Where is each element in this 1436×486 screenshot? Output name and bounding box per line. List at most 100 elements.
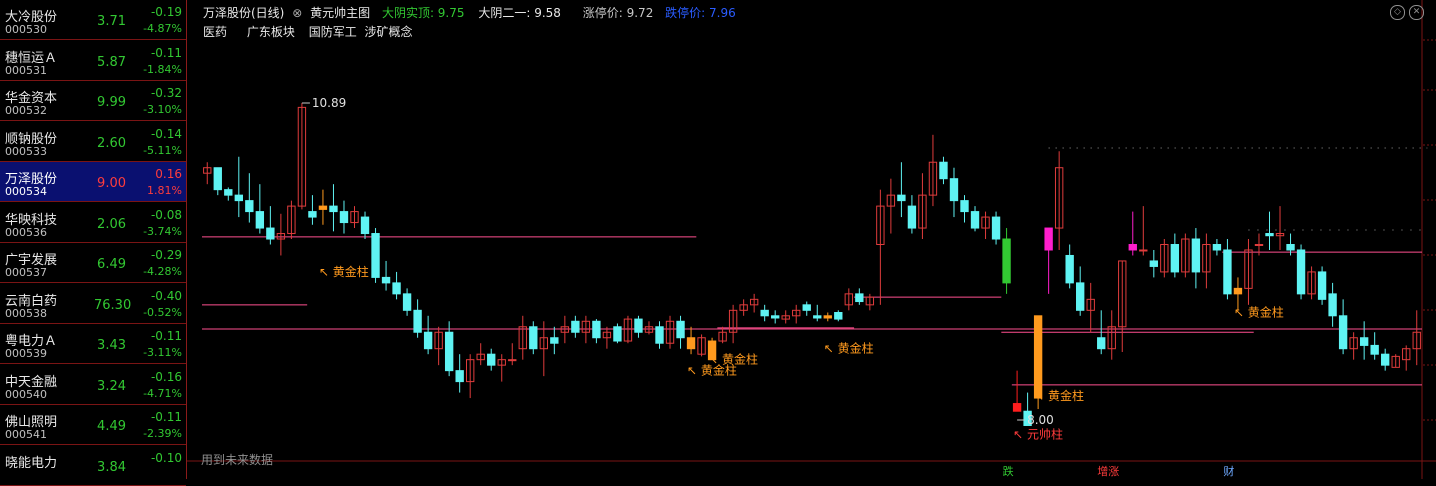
- candle-body: [571, 320, 580, 333]
- stock-row[interactable]: 粤电力Ａ 000539 3.43 -0.11 -3.11%: [0, 324, 186, 364]
- candle-body: [1212, 243, 1222, 251]
- candle-body: [1359, 337, 1369, 346]
- kline-chart-area[interactable]: 10.89 8.00 ↖ 黄金柱 ↖ 黄金柱 ↖ 黄金柱 ↖ 黄金柱 ↖ 黄金柱 ↖ 元帅柱 ↖…: [187, 0, 1436, 479]
- stock-row[interactable]: 华映科技 000536 2.06 -0.08 -3.74%: [0, 203, 186, 243]
- stock-code: 000532: [5, 104, 47, 117]
- stock-change: -0.19: [150, 5, 182, 19]
- candle-body: [1381, 353, 1390, 366]
- stock-price: 5.87: [97, 54, 126, 70]
- candle-body: [991, 216, 1001, 240]
- stock-row[interactable]: 中天金融 000540 3.24 -0.16 -4.71%: [0, 365, 186, 405]
- chart-header: 万泽股份(日线) ⊗ 黄元帅主图 大阴实顶: 9.75 大阴二一: 9.58 涨…: [203, 4, 740, 21]
- candle-body: [329, 205, 338, 213]
- indicator-value-1: 大阴实顶: 9.75: [381, 6, 465, 20]
- stock-change-pct: -4.87%: [143, 22, 182, 35]
- stock-price: 3.43: [97, 338, 126, 353]
- stock-price: 4.49: [97, 419, 126, 434]
- stock-change-pct: -0.52%: [143, 305, 182, 319]
- stock-row[interactable]: 佛山照明 000541 4.49 -0.11 -2.39%: [0, 405, 186, 445]
- candle-body: [1002, 238, 1011, 284]
- candle-body: [1191, 238, 1201, 273]
- stock-code: 000531: [5, 63, 47, 77]
- chart-annotation: ↖ 黄金柱: [1034, 388, 1084, 403]
- event-marker: 跌: [1003, 464, 1014, 478]
- candle-body: [676, 320, 685, 339]
- tag-item[interactable]: 医药: [203, 25, 227, 39]
- stock-change-pct: -1.84%: [143, 62, 182, 76]
- candle-body: [255, 211, 265, 229]
- candle-body: [970, 211, 980, 229]
- candle-body: [802, 304, 811, 311]
- candle-body: [487, 353, 496, 366]
- candle-body: [686, 337, 696, 350]
- tag-item[interactable]: 涉矿概念: [365, 25, 413, 39]
- candle-body: [1149, 260, 1158, 267]
- stock-row[interactable]: 广宇发展 000537 6.49 -0.29 -4.28%: [0, 243, 186, 283]
- stock-row[interactable]: 晓能电力 3.84 -0.10: [0, 446, 186, 486]
- candle-body: [1296, 249, 1306, 295]
- chart-annotation: ↖ 黄金柱: [1234, 305, 1284, 320]
- chart-annotation: ↖ 黄金柱: [319, 264, 369, 279]
- candle-body: [371, 233, 380, 278]
- indicator-selector[interactable]: ⊗ 黄元帅主图: [292, 6, 374, 20]
- candle-body: [339, 211, 349, 224]
- candle-body: [1338, 315, 1348, 350]
- candle-body: [907, 205, 917, 229]
- stock-change-pct: -3.10%: [143, 103, 182, 116]
- tag-item[interactable]: 国防军工: [309, 25, 357, 39]
- candle-body: [855, 293, 864, 303]
- candle-body: [1328, 293, 1337, 317]
- candle-body: [939, 161, 948, 180]
- candle-body: [1265, 233, 1274, 237]
- candle-body: [224, 189, 233, 196]
- stock-price: 6.49: [97, 257, 126, 272]
- close-icon[interactable]: ✕: [1409, 5, 1424, 20]
- candle-body: [949, 178, 959, 202]
- candle-body: [1223, 249, 1232, 295]
- stock-change: -0.08: [150, 207, 182, 222]
- stock-row[interactable]: 云南白药 000538 76.30 -0.40 -0.52%: [0, 284, 186, 324]
- candle-body: [760, 309, 769, 317]
- chart-annotation: ↖ 元帅柱: [1013, 426, 1063, 441]
- stock-row[interactable]: 顺钠股份 000533 2.60 -0.14 -5.11%: [0, 122, 186, 162]
- event-marker: 增涨: [1097, 464, 1119, 478]
- candle-body: [897, 194, 906, 202]
- stock-change-pct: 1.81%: [147, 184, 182, 197]
- stock-change: -0.29: [150, 248, 182, 262]
- candle-body: [834, 312, 843, 320]
- stock-row[interactable]: 穗恒运Ａ 000531 5.87 -0.11 -1.84%: [0, 41, 186, 81]
- limit-down-price: 跌停价: 7.96: [665, 6, 736, 20]
- candlestick-chart[interactable]: 10.898.00↖ 黄金柱↖ 黄金柱↖ 黄金柱↖ 黄金柱↖ 黄金柱↖ 元帅柱↖…: [187, 0, 1436, 479]
- stock-change: -0.32: [150, 86, 182, 100]
- candle-body: [1044, 227, 1053, 251]
- candle-body: [823, 315, 832, 319]
- stock-row[interactable]: 大冷股份 000530 3.71 -0.19 -4.87%: [0, 0, 186, 40]
- settings-icon[interactable]: ⊗: [292, 6, 302, 20]
- stock-row[interactable]: 华金资本 000532 9.99 -0.32 -3.10%: [0, 81, 186, 121]
- event-marker: 财: [1223, 464, 1234, 478]
- candle-body: [613, 326, 622, 342]
- collapse-icon[interactable]: ◇: [1390, 5, 1405, 20]
- candle-body: [413, 309, 422, 333]
- stock-name: 晓能电力: [5, 455, 58, 471]
- stock-change-pct: -4.71%: [143, 386, 182, 400]
- limit-up-price: 涨停价: 9.72: [582, 6, 654, 20]
- stock-list-panel: 大冷股份 000530 3.71 -0.19 -4.87% 穗恒运Ａ 000531 5.87-…: [0, 0, 187, 486]
- chart-annotation: 8.00: [1027, 413, 1054, 427]
- stock-row[interactable]: 万泽股份 000534 9.00 0.16 1.81%: [0, 162, 186, 202]
- tag-item[interactable]: 广东板块: [247, 25, 295, 39]
- stock-change: -0.11: [150, 329, 182, 343]
- stock-change-pct: -2.39%: [143, 427, 182, 440]
- candle-body: [1233, 287, 1243, 295]
- candle-body: [402, 293, 412, 311]
- candle-body: [1286, 243, 1295, 251]
- stock-change: -0.16: [150, 369, 182, 384]
- candle-body: [234, 194, 243, 202]
- stock-change: -0.10: [150, 450, 182, 465]
- stock-price: 9.99: [97, 95, 126, 110]
- stock-code: 000536: [5, 225, 47, 239]
- indicator-value-2: 大阴二一: 9.58: [478, 6, 561, 20]
- candle-body: [1012, 403, 1022, 412]
- candle-body: [508, 359, 517, 362]
- candle-body: [381, 276, 391, 284]
